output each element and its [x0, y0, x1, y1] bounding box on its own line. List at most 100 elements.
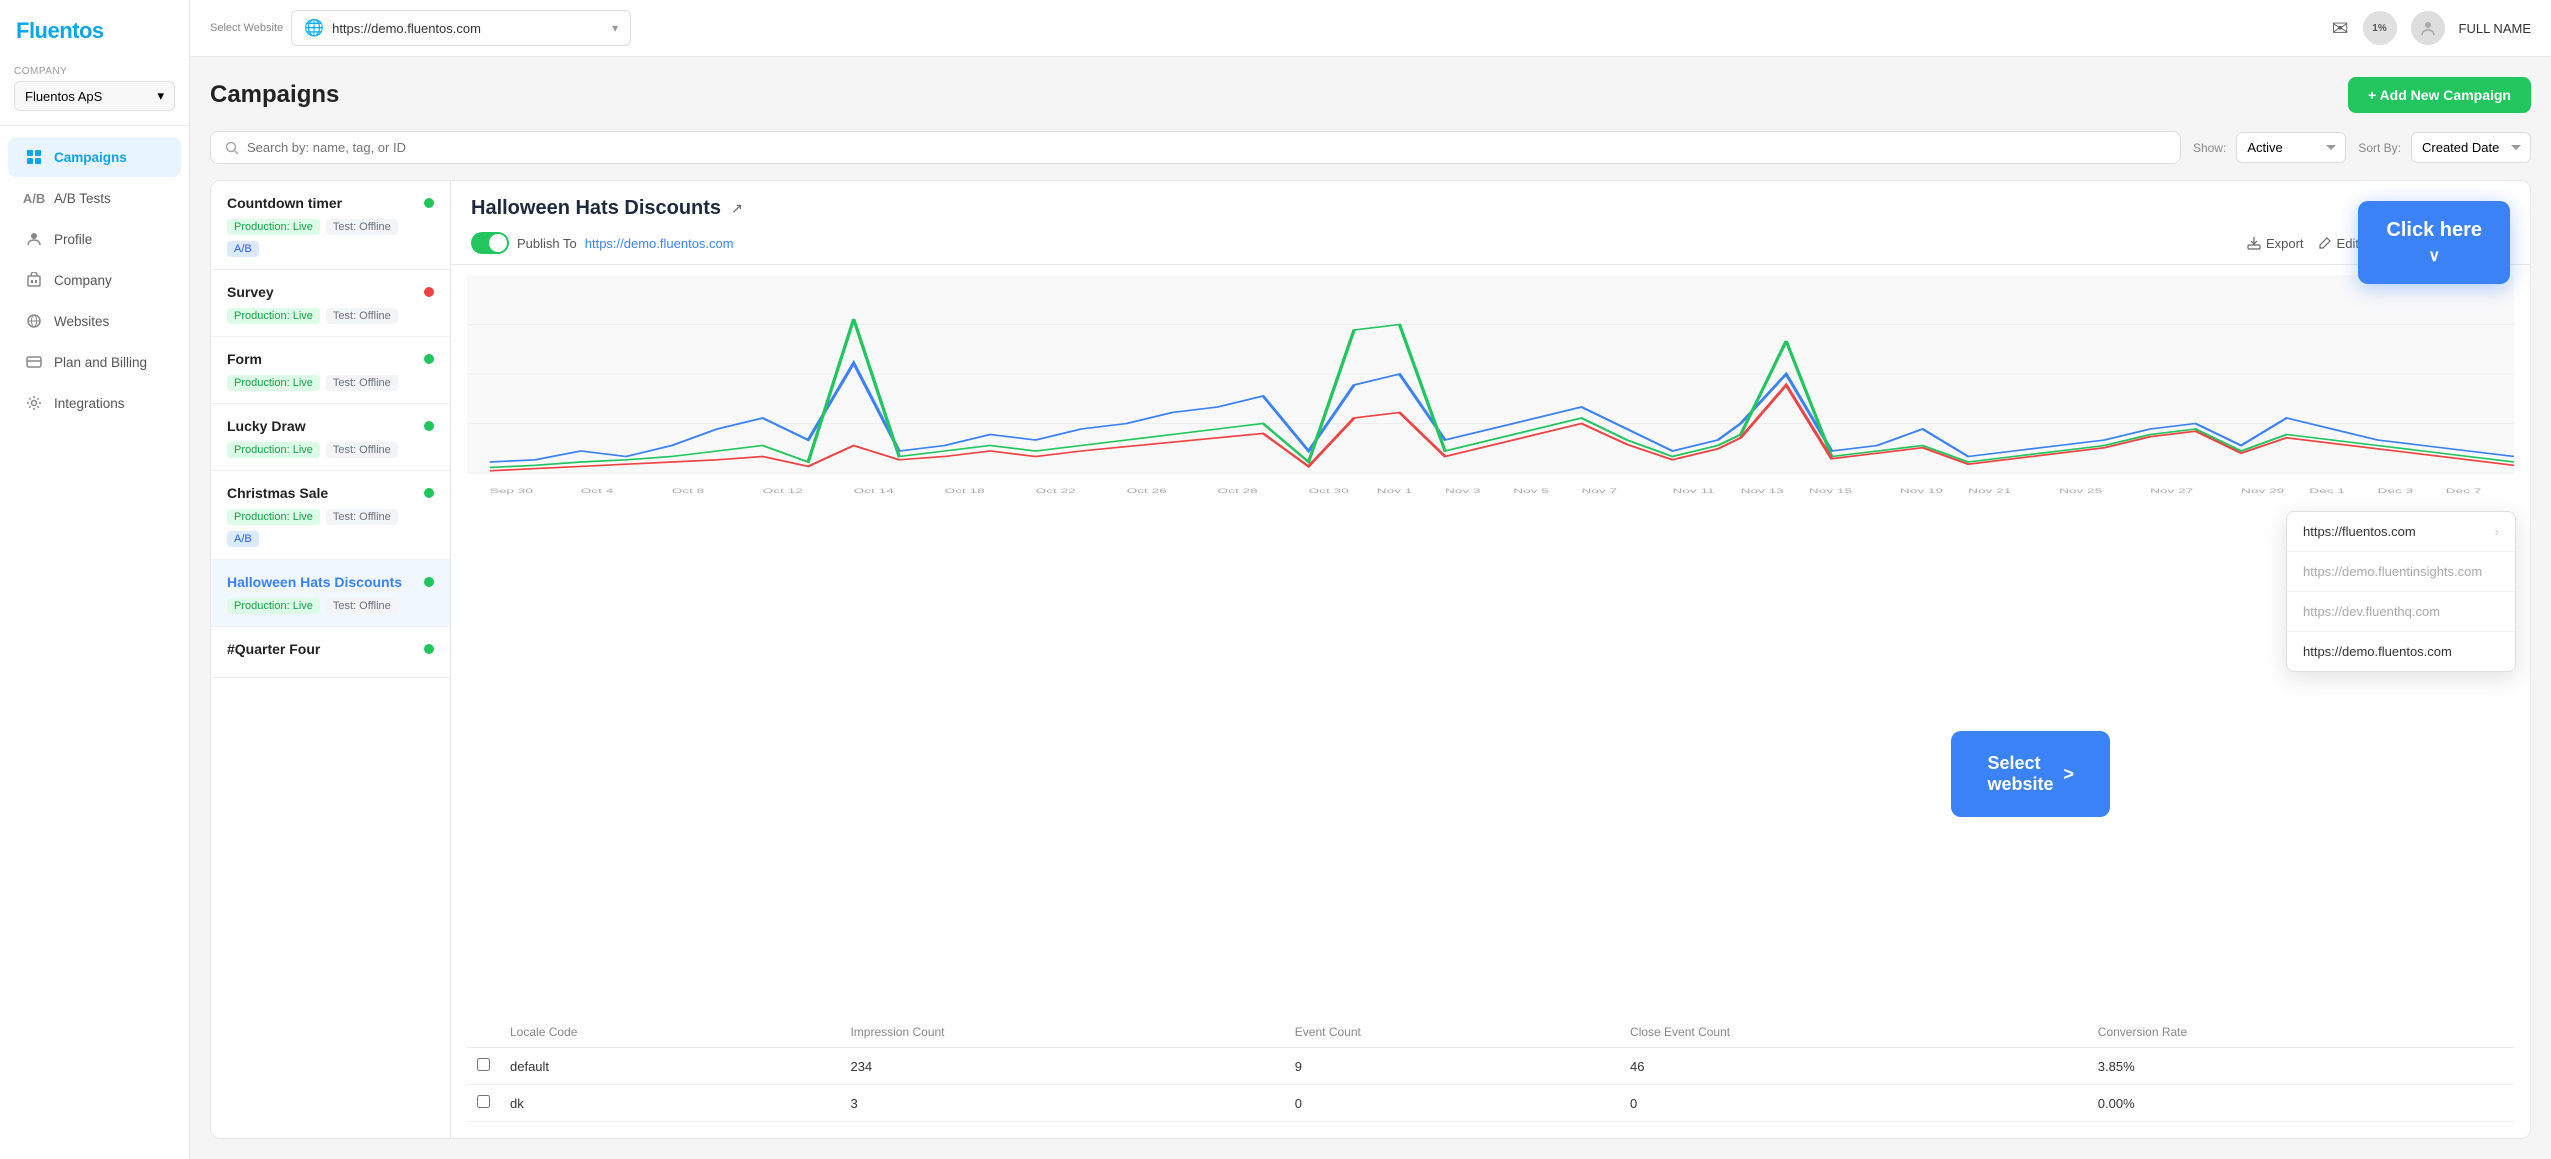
- sidebar-label-websites: Websites: [54, 314, 109, 329]
- tag-ab: A/B: [227, 241, 259, 257]
- sidebar-item-billing[interactable]: Plan and Billing: [8, 342, 181, 382]
- avatar[interactable]: [2411, 11, 2445, 45]
- sidebar-item-integrations[interactable]: Integrations: [8, 383, 181, 423]
- search-icon: [225, 141, 239, 155]
- campaign-name-form: Form: [227, 351, 262, 367]
- page-title: Campaigns: [210, 81, 339, 109]
- detail-title: Halloween Hats Discounts: [471, 197, 721, 220]
- status-dot-quarterfour: [424, 644, 434, 654]
- svg-text:Oct 22: Oct 22: [1036, 487, 1076, 494]
- table-header-close-events: Close Event Count: [1620, 1017, 2088, 1048]
- sort-select[interactable]: Created Date Name: [2411, 132, 2531, 163]
- svg-text:Dec 1: Dec 1: [2309, 487, 2345, 494]
- conversion-default: 3.85%: [2088, 1048, 2514, 1085]
- svg-text:Oct 12: Oct 12: [763, 487, 803, 494]
- table-row: dk 3 0 0 0.00%: [467, 1085, 2514, 1122]
- website-select-label: Select Website: [210, 22, 283, 34]
- status-dot-countdown: [424, 198, 434, 208]
- dropdown-item-fluentos[interactable]: https://fluentos.com ›: [2287, 512, 2515, 552]
- sidebar-label-profile: Profile: [54, 232, 92, 247]
- publish-toggle[interactable]: [471, 232, 509, 254]
- show-label: Show:: [2193, 141, 2226, 155]
- tag-production-live-6: Production: Live: [227, 598, 320, 614]
- sidebar-label-integrations: Integrations: [54, 396, 125, 411]
- search-input[interactable]: [247, 140, 2166, 155]
- dropdown-item-demo-insights[interactable]: https://demo.fluentinsights.com: [2287, 552, 2515, 592]
- filter-group-sort: Sort By: Created Date Name: [2358, 132, 2531, 163]
- external-link-icon[interactable]: ↗: [731, 200, 743, 217]
- status-dot-halloween: [424, 577, 434, 587]
- dropdown-arrow-1: ›: [2495, 524, 2499, 539]
- publish-toggle-area: Publish To https://demo.fluentos.com: [471, 232, 734, 254]
- mail-icon[interactable]: ✉: [2332, 16, 2349, 41]
- person-icon: [24, 229, 44, 249]
- sort-label: Sort By:: [2358, 141, 2401, 155]
- campaign-tags-form: Production: Live Test: Offline: [227, 375, 434, 391]
- table-header-conversion: Conversion Rate: [2088, 1017, 2514, 1048]
- campaign-tags-survey: Production: Live Test: Offline: [227, 308, 434, 324]
- campaign-item-halloween[interactable]: Halloween Hats Discounts Production: Liv…: [211, 560, 450, 627]
- conversion-dk: 0.00%: [2088, 1085, 2514, 1122]
- sidebar-label-billing: Plan and Billing: [54, 355, 147, 370]
- grid-icon: [24, 147, 44, 167]
- edit-button[interactable]: Edit: [2318, 236, 2359, 251]
- click-here-label: Click here: [2386, 219, 2482, 242]
- show-select[interactable]: Active All Inactive: [2236, 132, 2346, 163]
- svg-text:Nov 5: Nov 5: [1513, 487, 1549, 494]
- chart-area: Sep 30 Oct 4 Oct 8 Oct 12 Oct 14 Oct 18 …: [451, 265, 2530, 1017]
- add-campaign-button[interactable]: + Add New Campaign: [2348, 77, 2531, 113]
- dropdown-item-dev-hub[interactable]: https://dev.fluenthq.com: [2287, 592, 2515, 632]
- campaign-item-survey[interactable]: Survey Production: Live Test: Offline: [211, 270, 450, 337]
- sidebar-item-company[interactable]: Company: [8, 260, 181, 300]
- campaign-item-countdown[interactable]: Countdown timer Production: Live Test: O…: [211, 181, 450, 270]
- export-label: Export: [2266, 236, 2304, 251]
- dropdown-item-demo-fluentos[interactable]: https://demo.fluentos.com: [2287, 632, 2515, 671]
- search-box[interactable]: [210, 131, 2181, 164]
- sidebar-item-campaigns[interactable]: Campaigns: [8, 137, 181, 177]
- progress-circle[interactable]: 1%: [2363, 11, 2397, 45]
- campaign-name-survey: Survey: [227, 284, 274, 300]
- table-row: default 234 9 46 3.85%: [467, 1048, 2514, 1085]
- select-website-label: Select website: [1987, 753, 2053, 795]
- username-label: FULL NAME: [2459, 21, 2531, 36]
- campaign-item-form[interactable]: Form Production: Live Test: Offline: [211, 337, 450, 404]
- svg-text:Nov 15: Nov 15: [1809, 487, 1852, 494]
- sidebar-item-websites[interactable]: Websites: [8, 301, 181, 341]
- company-dropdown[interactable]: Fluentos ApS ▾: [14, 81, 175, 111]
- campaign-item-luckydraw[interactable]: Lucky Draw Production: Live Test: Offlin…: [211, 404, 450, 471]
- campaign-item-quarterfour[interactable]: #Quarter Four: [211, 627, 450, 678]
- dropdown-url-4: https://demo.fluentos.com: [2303, 644, 2452, 659]
- campaign-detail: Halloween Hats Discounts ↗ Publish To ht…: [451, 181, 2530, 1138]
- dropdown-arrow-icon: ▾: [612, 21, 618, 35]
- sidebar-item-profile[interactable]: Profile: [8, 219, 181, 259]
- website-select-dropdown[interactable]: 🌐 https://demo.fluentos.com ▾: [291, 10, 631, 46]
- sidebar-item-ab[interactable]: A/B A/B Tests: [8, 178, 181, 218]
- sidebar-nav: Campaigns A/B A/B Tests Profile: [0, 126, 189, 1159]
- campaign-name-quarterfour: #Quarter Four: [227, 641, 320, 657]
- topbar: Select Website 🌐 https://demo.fluentos.c…: [190, 0, 2551, 57]
- svg-text:Oct 18: Oct 18: [945, 487, 985, 494]
- select-website-button[interactable]: Select website >: [1951, 731, 2110, 817]
- tag-test-offline-6: Test: Offline: [326, 598, 398, 614]
- tag-production-live: Production: Live: [227, 219, 320, 235]
- detail-header: Halloween Hats Discounts ↗ Publish To ht…: [451, 181, 2530, 265]
- dropdown-url-1: https://fluentos.com: [2303, 524, 2416, 539]
- click-here-overlay[interactable]: Click here ∨: [2358, 201, 2510, 284]
- row-checkbox-2[interactable]: [477, 1095, 490, 1108]
- svg-text:Oct 4: Oct 4: [581, 487, 614, 494]
- campaign-item-christmas[interactable]: Christmas Sale Production: Live Test: Of…: [211, 471, 450, 560]
- campaign-tags-countdown: Production: Live Test: Offline A/B: [227, 219, 434, 257]
- campaign-name-countdown: Countdown timer: [227, 195, 342, 211]
- svg-text:Nov 13: Nov 13: [1741, 487, 1784, 494]
- company-name: Fluentos ApS: [25, 89, 102, 104]
- website-dropdown: https://fluentos.com › https://demo.flue…: [2286, 511, 2516, 672]
- close-events-default: 46: [1620, 1048, 2088, 1085]
- tag-test-offline-3: Test: Offline: [326, 375, 398, 391]
- table-header-events: Event Count: [1285, 1017, 1620, 1048]
- row-checkbox-1[interactable]: [477, 1058, 490, 1071]
- svg-text:Oct 8: Oct 8: [672, 487, 705, 494]
- campaign-name-luckydraw: Lucky Draw: [227, 418, 306, 434]
- export-button[interactable]: Export: [2247, 236, 2304, 251]
- svg-text:Sep 30: Sep 30: [490, 487, 533, 494]
- svg-text:Dec 7: Dec 7: [2446, 487, 2482, 494]
